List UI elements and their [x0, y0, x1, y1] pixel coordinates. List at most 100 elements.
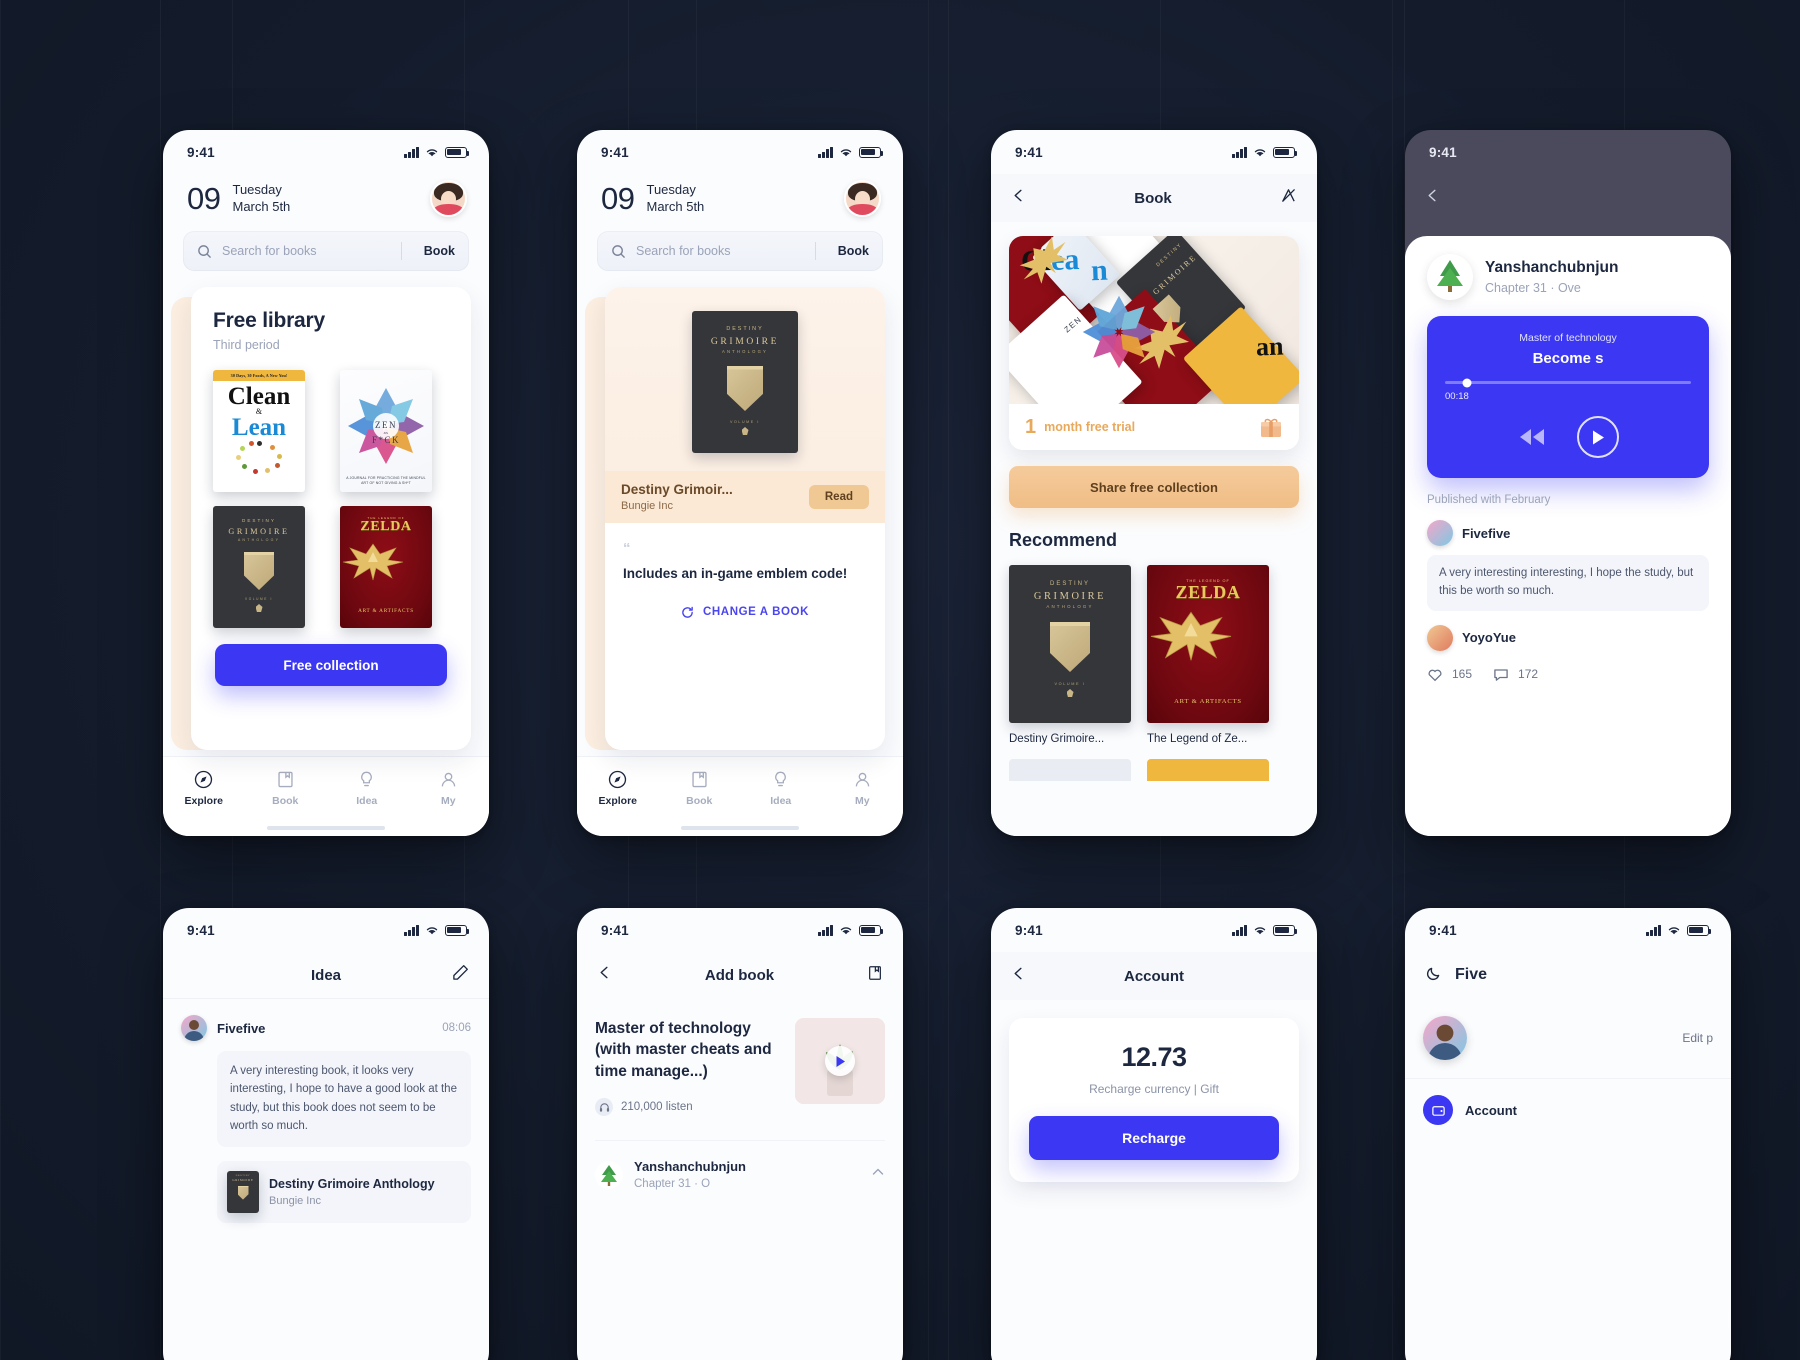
slider-handle[interactable]	[1462, 378, 1472, 387]
bulb-icon	[775, 771, 787, 787]
expand-button[interactable]	[871, 1165, 885, 1184]
share-collection-button[interactable]: Share free collection	[1009, 466, 1299, 508]
nav-bar	[1405, 174, 1731, 222]
book-heading: Master of technology (with master cheats…	[595, 1020, 772, 1080]
tab-my[interactable]: My	[408, 770, 490, 807]
book-hero: DESTINY GRIMOIRE ANTHOLOGY VOLUME I	[605, 287, 885, 471]
status-bar: 9:41	[991, 130, 1317, 174]
avatar[interactable]	[181, 1015, 207, 1041]
phone-screen-add-book: 9:41 Add book Master of technology (with…	[577, 908, 903, 1360]
book-cover-zelda[interactable]: THE LEGEND OF ZELDA ART & ARTIFACTS	[340, 506, 432, 628]
status-bar: 9:41	[577, 908, 903, 952]
avatar[interactable]	[1423, 1016, 1467, 1060]
weekday-label: Tuesday	[232, 181, 282, 197]
book-cover-destiny[interactable]: DESTINY GRIMOIRE ANTHOLOGY VOLUME I	[213, 506, 305, 628]
book-cover-zelda[interactable]: THE LEGEND OF ZELDA ART & ARTIFACTS	[1147, 565, 1269, 723]
book-cover-peek[interactable]	[1147, 759, 1269, 781]
headphone-icon	[595, 1098, 613, 1117]
change-book-button[interactable]: CHANGE A BOOK	[623, 606, 867, 619]
search-scope-button[interactable]: Book	[826, 244, 869, 258]
promo-card[interactable]: Clea n ZEN an DESTINY GRIMOIRE 1 month f…	[1009, 236, 1299, 450]
book-sub: ART & ARTIFACTS	[358, 608, 414, 614]
book-cover-clean-lean[interactable]: 30 Days, 30 Foods, A New You! Clean & Le…	[213, 370, 305, 492]
status-time: 9:41	[1015, 144, 1043, 160]
battery-icon	[859, 924, 884, 936]
book-cover-destiny[interactable]: DESTINY GRIMOIRE ANTHOLOGY VOLUME I	[1009, 565, 1131, 723]
tab-idea[interactable]: Idea	[326, 770, 408, 807]
date-header: 09 Tuesday March 5th	[577, 174, 903, 217]
search-input[interactable]: Search for books	[222, 244, 391, 258]
tab-label: Idea	[356, 795, 378, 807]
battery-icon	[445, 146, 470, 158]
book-card-stack: DESTINY GRIMOIRE ANTHOLOGY VOLUME I Dest…	[585, 287, 885, 756]
recommend-item[interactable]: DESTINY GRIMOIRE ANTHOLOGY VOLUME I Dest…	[1009, 565, 1131, 745]
recommend-row: DESTINY GRIMOIRE ANTHOLOGY VOLUME I Dest…	[1009, 565, 1299, 745]
back-button[interactable]	[1425, 188, 1440, 208]
book-cover-peek[interactable]	[1009, 759, 1131, 781]
rewind-icon[interactable]	[1517, 426, 1547, 448]
refresh-icon	[682, 606, 693, 618]
book-cover-zen[interactable]: ZEN as F*CK A JOURNAL FOR PRACTICING THE…	[340, 370, 432, 492]
bookmark-button[interactable]	[867, 965, 883, 986]
avatar[interactable]	[430, 180, 467, 217]
search-scope-button[interactable]: Book	[412, 244, 455, 258]
free-collection-button[interactable]: Free collection	[215, 644, 447, 686]
recharge-button[interactable]: Recharge	[1029, 1116, 1279, 1160]
search-bar[interactable]: Search for books Book	[183, 231, 469, 271]
edit-diamond-icon	[1282, 189, 1295, 202]
date-label: March 5th	[232, 198, 291, 214]
tab-explore[interactable]: Explore	[163, 770, 245, 807]
edit-profile-link[interactable]: Edit p	[1682, 1031, 1713, 1045]
play-button[interactable]	[1577, 416, 1619, 458]
status-bar: 9:41	[163, 130, 489, 174]
tab-book[interactable]: Book	[659, 770, 741, 807]
emblem-decoration	[255, 604, 263, 612]
play-button[interactable]	[825, 1046, 855, 1076]
avatar[interactable]	[844, 180, 881, 217]
chapter-list-item[interactable]: Yanshanchubnjun Chapter 31 · O	[595, 1140, 885, 1190]
search-bar[interactable]: Search for books Book	[597, 231, 883, 271]
comment-user: YoyoYue	[1462, 630, 1516, 646]
tab-label: My	[854, 795, 870, 807]
post-text: A very interesting book, it looks very i…	[217, 1051, 471, 1147]
tab-my[interactable]: My	[822, 770, 904, 807]
search-input[interactable]: Search for books	[636, 244, 805, 258]
comment-user: Fivefive	[1462, 525, 1511, 541]
book-volume: VOLUME I	[244, 597, 274, 601]
crest-decoration	[237, 1185, 249, 1200]
recommend-item[interactable]: THE LEGEND OF ZELDA ART & ARTIFACTS The …	[1147, 565, 1269, 745]
page-title: Idea	[310, 966, 341, 984]
battery-icon	[1273, 924, 1298, 936]
theme-toggle-button[interactable]	[1425, 964, 1443, 987]
book-thumbnail[interactable]	[795, 1018, 885, 1104]
phone-screen-idea: 9:41 Idea Fivefive 08:06 A very interest…	[163, 908, 489, 1360]
tab-explore[interactable]: Explore	[577, 770, 659, 807]
progress-slider[interactable]	[1445, 378, 1691, 387]
tab-idea[interactable]: Idea	[740, 770, 822, 807]
balance-card: 12.73 Recharge currency | Gift Recharge	[1009, 1018, 1299, 1182]
book-summary: Master of technology (with master cheats…	[595, 1018, 885, 1117]
status-time: 9:41	[1429, 922, 1457, 938]
book-cover-destiny[interactable]: DESTINY GRIMOIRE ANTHOLOGY VOLUME I	[692, 311, 798, 453]
post-book-card[interactable]: DESTINY GRIMOIRE Destiny Grimoire Anthol…	[217, 1160, 471, 1223]
read-button[interactable]: Read	[808, 485, 869, 509]
balance-subtitle: Recharge currency | Gift	[1089, 1082, 1219, 1096]
tab-book[interactable]: Book	[245, 770, 327, 807]
pencil-icon	[453, 965, 468, 980]
comment-icon[interactable]	[1493, 667, 1509, 682]
phone-screen-book-card: 9:41 09 Tuesday March 5th Search for boo…	[577, 130, 903, 836]
wifi-icon	[839, 925, 853, 936]
food-ring-decoration	[213, 441, 305, 475]
back-button[interactable]	[1011, 966, 1026, 986]
chevron-left-icon	[1014, 967, 1022, 980]
edit-button[interactable]	[452, 964, 469, 986]
tab-label: Explore	[184, 795, 223, 807]
edit-diamond-button[interactable]	[1280, 187, 1297, 209]
book-band-text: 30 Days, 30 Foods, A New You!	[213, 370, 305, 382]
profile-menu-item-account[interactable]: Account	[1405, 1078, 1731, 1141]
heart-icon[interactable]	[1427, 667, 1443, 682]
back-button[interactable]	[597, 965, 612, 985]
back-button[interactable]	[1011, 188, 1026, 208]
phone-screen-home: 9:41 09 Tuesday March 5th Search for boo…	[163, 130, 489, 836]
emblem-decoration	[1066, 689, 1074, 697]
